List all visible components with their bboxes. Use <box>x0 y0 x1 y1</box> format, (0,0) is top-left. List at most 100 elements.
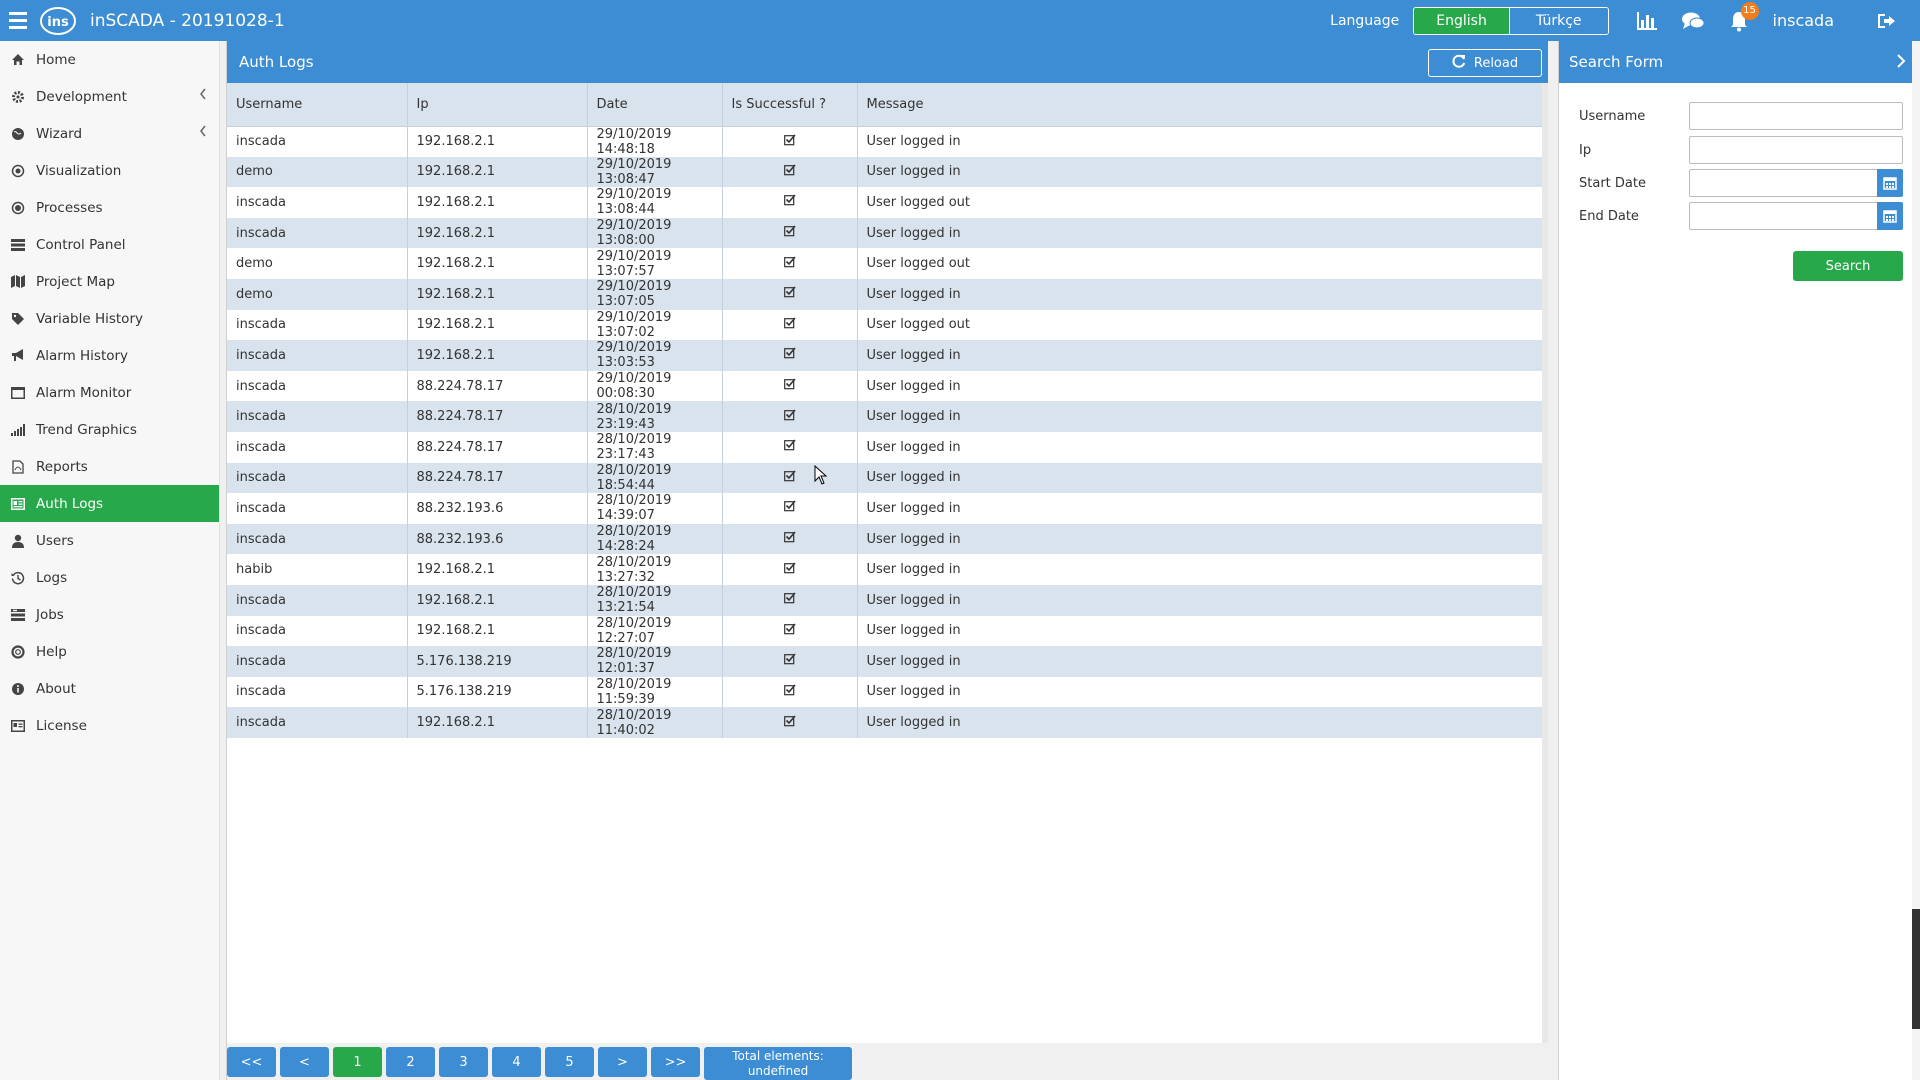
sidebar-item-help[interactable]: Help <box>0 633 219 670</box>
table-scrollbar[interactable] <box>1542 83 1548 1080</box>
ip-cell: 192.168.2.1 <box>407 340 588 371</box>
end-date-field[interactable] <box>1689 202 1903 230</box>
sidebar-item-auth-logs[interactable]: Auth Logs <box>0 485 219 522</box>
page-scrollbar[interactable] <box>1912 41 1920 1080</box>
next-page-button[interactable]: > <box>598 1047 647 1077</box>
language-turkish-button[interactable]: Türkçe <box>1508 7 1608 34</box>
sidebar-item-label: Users <box>36 532 74 549</box>
sidebar-item-trend-graphics[interactable]: Trend Graphics <box>0 411 219 448</box>
column-header-message[interactable]: Message <box>857 83 1543 127</box>
checked-checkbox-icon <box>783 378 796 394</box>
start-date-calendar-icon[interactable] <box>1877 169 1903 197</box>
page-4-button[interactable]: 4 <box>492 1047 541 1077</box>
top-bar: ins inSCADA - 20191028-1 Language Englis… <box>0 0 1920 41</box>
table-row[interactable]: inscada 88.224.78.17 28/10/2019 23:19:43 Us… <box>227 401 1543 432</box>
end-date-calendar-icon[interactable] <box>1877 202 1903 230</box>
column-header-username[interactable]: Username <box>227 83 408 127</box>
table-row[interactable]: inscada 192.168.2.1 28/10/2019 12:27:07 Use… <box>227 615 1543 647</box>
search-button[interactable]: Search <box>1793 251 1903 281</box>
date-cell: 28/10/2019 13:21:54 <box>587 584 723 616</box>
date-cell: 28/10/2019 14:39:07 <box>587 493 723 524</box>
bar-chart-icon[interactable] <box>1635 9 1659 33</box>
last-page-button[interactable]: >> <box>651 1047 700 1077</box>
language-english-button[interactable]: English <box>1414 7 1509 34</box>
sidebar-item-about[interactable]: About <box>0 670 219 707</box>
chat-icon[interactable] <box>1681 9 1705 33</box>
column-header-date[interactable]: Date <box>587 83 723 127</box>
sidebar-item-project-map[interactable]: Project Map <box>0 263 219 300</box>
sidebar-item-label: Alarm Monitor <box>36 384 132 401</box>
table-row[interactable]: habib 192.168.2.1 28/10/2019 13:27:32 User … <box>227 554 1543 585</box>
table-row[interactable]: inscada 192.168.2.1 28/10/2019 13:21:54 Use… <box>227 584 1543 616</box>
column-header-is-successful[interactable]: Is Successful ? <box>722 83 858 127</box>
start-date-field[interactable] <box>1689 169 1903 197</box>
page-scrollbar-thumb[interactable] <box>1912 909 1920 1029</box>
table-row[interactable]: inscada 192.168.2.1 29/10/2019 14:48:18 Use… <box>227 126 1543 157</box>
first-page-button[interactable]: << <box>227 1047 276 1077</box>
table-row[interactable]: demo 192.168.2.1 29/10/2019 13:07:57 User l… <box>227 248 1543 279</box>
notification-bell-icon[interactable]: 15 <box>1727 1 1759 33</box>
username-field[interactable] <box>1689 102 1903 130</box>
message-cell: User logged in <box>857 584 1543 616</box>
sidebar-item-users[interactable]: Users <box>0 522 219 559</box>
column-header-ip[interactable]: Ip <box>407 83 588 127</box>
username-cell: inscada <box>227 523 408 555</box>
logout-icon[interactable] <box>1876 9 1900 33</box>
page-2-button[interactable]: 2 <box>386 1047 435 1077</box>
previous-page-button[interactable]: < <box>280 1047 329 1077</box>
table-row[interactable]: inscada 192.168.2.1 29/10/2019 13:03:53 Use… <box>227 340 1543 371</box>
message-cell: User logged in <box>857 707 1543 738</box>
table-row[interactable]: inscada 88.224.78.17 29/10/2019 00:08:30 Us… <box>227 370 1543 402</box>
sidebar-item-development[interactable]: Development <box>0 78 219 115</box>
current-user-name[interactable]: inscada <box>1773 11 1834 30</box>
page-3-button[interactable]: 3 <box>439 1047 488 1077</box>
table-row[interactable]: demo 192.168.2.1 29/10/2019 13:08:47 User l… <box>227 156 1543 188</box>
table-row[interactable]: inscada 5.176.138.219 28/10/2019 11:59:39 U… <box>227 676 1543 708</box>
message-cell: User logged in <box>857 126 1543 157</box>
table-row[interactable]: inscada 88.224.78.17 28/10/2019 18:54:44 Us… <box>227 462 1543 494</box>
sidebar-item-jobs[interactable]: Jobs <box>0 596 219 633</box>
page-title: Auth Logs <box>239 53 314 71</box>
checked-checkbox-icon <box>783 715 796 731</box>
sidebar-item-variable-history[interactable]: Variable History <box>0 300 219 337</box>
sidebar-item-alarm-monitor[interactable]: Alarm Monitor <box>0 374 219 411</box>
search-form-panel: Search Form Username Ip Start Date End D… <box>1558 41 1920 1080</box>
table-row[interactable]: inscada 88.232.193.6 28/10/2019 14:28:24 Us… <box>227 523 1543 555</box>
hamburger-menu-icon[interactable] <box>0 0 36 41</box>
ip-field[interactable] <box>1689 136 1903 164</box>
sidebar-item-control-panel[interactable]: Control Panel <box>0 226 219 263</box>
username-cell: inscada <box>227 187 408 218</box>
sidebar-item-license[interactable]: License <box>0 707 219 744</box>
table-row[interactable]: demo 192.168.2.1 29/10/2019 13:07:05 User l… <box>227 278 1543 310</box>
sidebar-item-label: Project Map <box>36 273 115 290</box>
sidebar-item-home[interactable]: Home <box>0 41 219 78</box>
sidebar-item-reports[interactable]: Reports <box>0 448 219 485</box>
username-cell: inscada <box>227 401 408 432</box>
sidebar-item-alarm-history[interactable]: Alarm History <box>0 337 219 374</box>
username-cell: inscada <box>227 584 408 616</box>
is-successful-cell <box>722 278 858 310</box>
table-row[interactable]: inscada 192.168.2.1 29/10/2019 13:07:02 Use… <box>227 309 1543 341</box>
checked-checkbox-icon <box>783 592 796 608</box>
table-row[interactable]: inscada 5.176.138.219 28/10/2019 12:01:37 U… <box>227 646 1543 677</box>
table-row[interactable]: inscada 88.232.193.6 28/10/2019 14:39:07 Us… <box>227 493 1543 524</box>
sidebar-item-label: Auth Logs <box>36 495 104 512</box>
sidebar-item-visualization[interactable]: Visualization <box>0 152 219 189</box>
username-cell: inscada <box>227 462 408 494</box>
reload-button[interactable]: Reload <box>1428 49 1542 77</box>
table-row[interactable]: inscada 88.224.78.17 28/10/2019 23:17:43 Us… <box>227 431 1543 463</box>
sidebar-item-logs[interactable]: Logs <box>0 559 219 596</box>
checked-checkbox-icon <box>783 317 796 333</box>
table-row[interactable]: inscada 192.168.2.1 29/10/2019 13:08:44 Use… <box>227 187 1543 218</box>
message-cell: User logged in <box>857 646 1543 677</box>
table-row[interactable]: inscada 192.168.2.1 29/10/2019 13:08:00 Use… <box>227 217 1543 249</box>
table-row[interactable]: inscada 192.168.2.1 28/10/2019 11:40:02 Use… <box>227 707 1543 738</box>
checked-checkbox-icon <box>783 164 796 180</box>
chevron-right-icon[interactable] <box>1896 53 1906 72</box>
ip-cell: 192.168.2.1 <box>407 309 588 341</box>
sidebar-item-wizard[interactable]: Wizard <box>0 115 219 152</box>
is-successful-cell <box>722 187 858 218</box>
sidebar-item-processes[interactable]: Processes <box>0 189 219 226</box>
page-5-button[interactable]: 5 <box>545 1047 594 1077</box>
page-1-button[interactable]: 1 <box>333 1047 382 1077</box>
